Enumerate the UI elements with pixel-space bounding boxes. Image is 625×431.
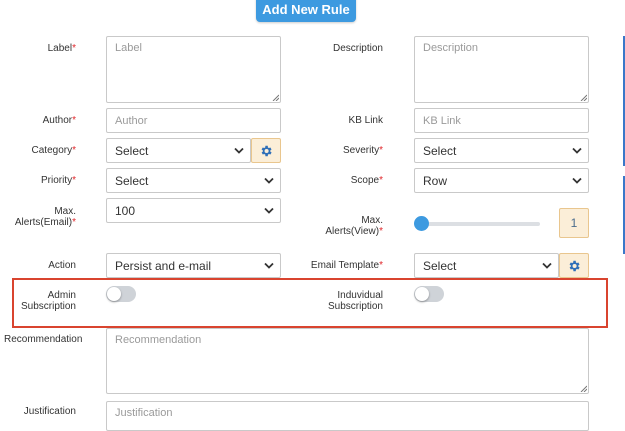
priority-field-label: Priority*	[40, 175, 76, 186]
gear-icon	[261, 145, 272, 156]
max-alerts-email-field-label: Max. Alerts(Email)*	[14, 206, 76, 228]
author-field-label: Author*	[42, 115, 76, 126]
chevron-down-icon	[234, 147, 244, 154]
max-alerts-view-value: 1	[559, 208, 589, 238]
justification-textarea[interactable]: Justification	[106, 401, 589, 431]
admin-subscription-label: Admin Subscription	[20, 290, 76, 312]
resize-grip-icon[interactable]	[580, 94, 587, 101]
category-select[interactable]: Select	[106, 138, 251, 163]
max-alerts-view-field-label: Max. Alerts(View)*	[325, 215, 383, 237]
chevron-down-icon	[264, 262, 274, 269]
toggle-knob	[107, 287, 121, 301]
chevron-down-icon	[264, 207, 274, 214]
priority-select[interactable]: Select	[106, 168, 281, 193]
add-new-rule-button[interactable]: Add New Rule	[256, 0, 356, 22]
max-alerts-view-slider-track[interactable]	[416, 222, 540, 226]
severity-select[interactable]: Select	[414, 138, 589, 163]
label-textarea[interactable]: Label	[106, 36, 281, 103]
description-field-label: Description	[332, 43, 383, 54]
recommendation-field-label: Recommendation	[4, 334, 83, 345]
author-placeholder: Author	[115, 114, 148, 127]
admin-subscription-toggle[interactable]	[106, 286, 136, 302]
email-template-select[interactable]: Select	[414, 253, 559, 278]
action-value: Persist and e-mail	[115, 258, 212, 273]
description-placeholder: Description	[423, 42, 479, 54]
toggle-knob	[415, 287, 429, 301]
label-field-label: Label*	[47, 43, 76, 54]
individual-subscription-toggle[interactable]	[414, 286, 444, 302]
email-template-value: Select	[423, 258, 457, 273]
scope-field-label: Scope*	[350, 175, 383, 186]
author-input[interactable]: Author	[106, 108, 281, 133]
chevron-down-icon	[542, 262, 552, 269]
gear-icon	[569, 260, 580, 271]
priority-value: Select	[115, 173, 149, 188]
kb-link-placeholder: KB Link	[423, 114, 461, 127]
action-field-label: Action	[48, 260, 76, 271]
resize-grip-icon[interactable]	[272, 94, 279, 101]
kb-link-input[interactable]: KB Link	[414, 108, 589, 133]
individual-subscription-label: Induvidual Subscription	[327, 290, 383, 312]
severity-field-label: Severity*	[342, 145, 383, 156]
max-alerts-email-value: 100	[115, 203, 136, 218]
email-template-settings-button[interactable]	[559, 253, 589, 278]
scope-select[interactable]: Row	[414, 168, 589, 193]
email-template-field-label: Email Template*	[310, 260, 383, 271]
chevron-down-icon	[264, 177, 274, 184]
severity-value: Select	[423, 143, 457, 158]
recommendation-textarea[interactable]: Recommendation	[106, 328, 589, 394]
resize-grip-icon[interactable]	[580, 385, 587, 392]
action-select[interactable]: Persist and e-mail	[106, 253, 281, 278]
kb-link-field-label: KB Link	[348, 115, 383, 126]
max-alerts-email-select[interactable]: 100	[106, 198, 281, 223]
description-textarea[interactable]: Description	[414, 36, 589, 103]
justification-field-label: Justification	[23, 406, 76, 417]
chevron-down-icon	[572, 177, 582, 184]
category-settings-button[interactable]	[251, 138, 281, 163]
category-field-label: Category*	[31, 145, 76, 156]
chevron-down-icon	[572, 147, 582, 154]
justification-placeholder: Justification	[115, 407, 173, 419]
category-value: Select	[115, 143, 149, 158]
recommendation-placeholder: Recommendation	[115, 334, 202, 346]
label-placeholder: Label	[115, 42, 142, 54]
scope-value: Row	[423, 173, 448, 188]
max-alerts-view-slider-thumb[interactable]	[414, 216, 429, 231]
